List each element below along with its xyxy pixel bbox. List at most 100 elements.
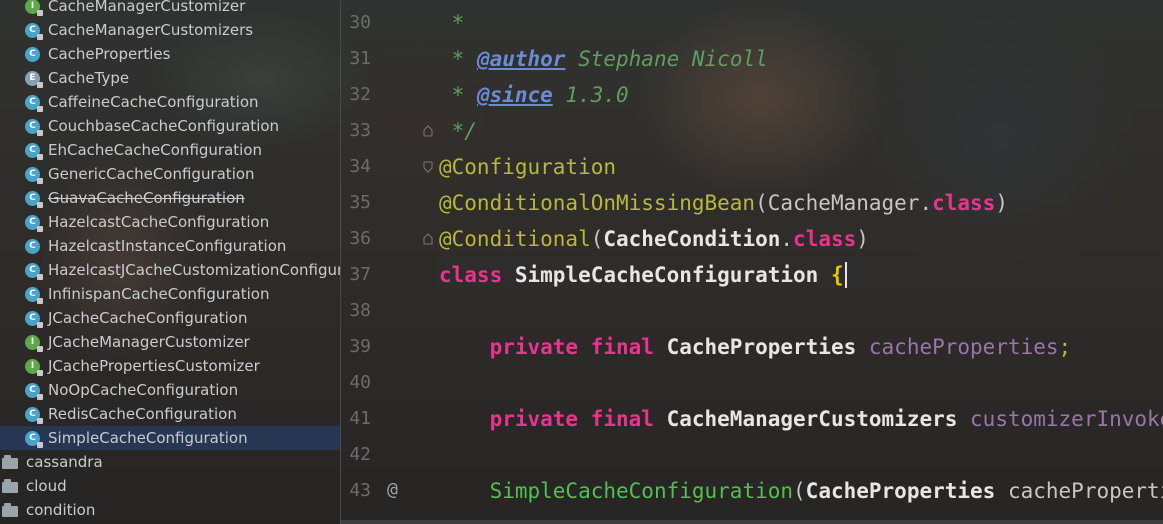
class-icon: C bbox=[25, 94, 43, 112]
code-line[interactable]: private final CacheManagerCustomizers cu… bbox=[439, 401, 1163, 437]
tree-item-j-cache-manager-customizer[interactable]: I JCacheManagerCustomizer bbox=[0, 330, 340, 354]
code-token: class bbox=[932, 191, 996, 215]
code-line[interactable]: */ bbox=[439, 113, 477, 149]
tree-item-label: GenericCacheConfiguration bbox=[48, 165, 255, 183]
lock-badge-icon bbox=[37, 369, 43, 376]
code-token: @since bbox=[476, 83, 553, 107]
tree-package-cassandra[interactable]: cassandra bbox=[0, 450, 340, 474]
code-token: . bbox=[780, 227, 794, 251]
tree-item-cache-manager-customizer[interactable]: I CacheManagerCustomizer bbox=[0, 0, 340, 18]
code-token: CacheProperties bbox=[805, 479, 1008, 503]
tree-item-label: RedisCacheConfiguration bbox=[48, 405, 237, 423]
code-line[interactable]: private final CacheProperties cachePrope… bbox=[439, 329, 1072, 365]
tree-item-label: CouchbaseCacheConfiguration bbox=[48, 117, 280, 135]
tree-item-caffeine-cache-configuration[interactable]: C CaffeineCacheConfiguration bbox=[0, 90, 340, 114]
tree-package-cloud[interactable]: cloud bbox=[0, 474, 340, 498]
horizontal-scrollbar[interactable] bbox=[340, 520, 1163, 524]
editor-gutter[interactable]: 30 31 32 33 34 35 36 37 38 39 40 41 42 43 @ bbox=[341, 0, 437, 524]
tree-item-couchbase-cache-configuration[interactable]: C CouchbaseCacheConfiguration bbox=[0, 114, 340, 138]
tree-item-simple-cache-configuration[interactable]: C SimpleCacheConfiguration bbox=[0, 426, 340, 450]
tree-item-j-cache-cache-configuration[interactable]: C JCacheCacheConfiguration bbox=[0, 306, 340, 330]
fold-end-icon[interactable] bbox=[423, 233, 433, 245]
tree-item-cache-type[interactable]: E CacheType bbox=[0, 66, 340, 90]
tree-item-label: HazelcastCacheConfiguration bbox=[48, 213, 270, 231]
tree-package-condition[interactable]: condition bbox=[0, 498, 340, 522]
tree-item-j-cache-properties-customizer[interactable]: I JCachePropertiesCustomizer bbox=[0, 354, 340, 378]
tree-item-eh-cache-cache-configuration[interactable]: C EhCacheCacheConfiguration bbox=[0, 138, 340, 162]
lock-badge-icon bbox=[37, 417, 43, 424]
code-token: * bbox=[439, 11, 465, 35]
class-icon: C bbox=[25, 190, 43, 208]
class-icon: C bbox=[25, 310, 43, 328]
code-token: 1.3.0 bbox=[552, 83, 629, 107]
code-token: private final bbox=[489, 407, 667, 431]
line-number: 35 bbox=[349, 192, 371, 213]
project-tree[interactable]: I CacheManagerCustomizer C CacheManagerCust… bbox=[0, 0, 340, 524]
lock-badge-icon bbox=[37, 153, 43, 160]
class-icon: C bbox=[25, 118, 43, 136]
tree-item-cache-manager-customizers[interactable]: C CacheManagerCustomizers bbox=[0, 18, 340, 42]
code-token: CacheManagerCustomizers bbox=[666, 407, 971, 431]
lock-badge-icon bbox=[37, 273, 43, 280]
interface-icon: I bbox=[25, 0, 43, 16]
tree-item-guava-cache-configuration[interactable]: C GuavaCacheConfiguration bbox=[0, 186, 340, 210]
tree-item-hazelcast-cache-configuration[interactable]: C HazelcastCacheConfiguration bbox=[0, 210, 340, 234]
tree-item-label: HazelcastInstanceConfiguration bbox=[48, 237, 287, 255]
code-line[interactable]: @Conditional(CacheCondition. class) bbox=[439, 221, 869, 257]
code-token: CacheProperties bbox=[666, 335, 869, 359]
code-line[interactable]: class SimpleCacheConfiguration { bbox=[439, 257, 847, 293]
lock-badge-icon bbox=[37, 225, 43, 232]
code-line[interactable]: @ConditionalOnMissingBean(CacheManager. c… bbox=[439, 185, 1008, 221]
code-token: ; bbox=[1058, 335, 1072, 359]
code-editor[interactable]: * * @author Stephane Nicoll * @since 1.3… bbox=[437, 0, 1163, 524]
line-number: 40 bbox=[349, 372, 371, 393]
code-token: ( bbox=[755, 191, 768, 215]
code-line[interactable]: * bbox=[439, 5, 465, 41]
tree-package-label: condition bbox=[26, 501, 96, 519]
override-marker-icon[interactable]: @ bbox=[387, 479, 398, 500]
tree-item-hazelcast-instance-configuration[interactable]: C HazelcastInstanceConfiguration bbox=[0, 234, 340, 258]
tree-item-cache-properties[interactable]: C CacheProperties bbox=[0, 42, 340, 66]
tree-item-label: CacheType bbox=[48, 69, 130, 87]
lock-badge-icon bbox=[37, 81, 43, 88]
tree-item-label: GuavaCacheConfiguration bbox=[48, 189, 245, 207]
class-icon: C bbox=[25, 166, 43, 184]
lock-badge-icon bbox=[37, 33, 43, 40]
fold-end-icon[interactable] bbox=[423, 125, 433, 137]
code-token: ( bbox=[590, 227, 604, 251]
tree-item-label: SimpleCacheConfiguration bbox=[48, 429, 248, 447]
code-token: @author bbox=[476, 47, 566, 71]
class-icon: C bbox=[25, 214, 43, 232]
code-line[interactable]: * @author Stephane Nicoll bbox=[439, 41, 768, 77]
fold-start-icon[interactable] bbox=[423, 161, 433, 173]
code-token: Stephane Nicoll bbox=[565, 47, 768, 71]
tree-item-label: CacheProperties bbox=[48, 45, 171, 63]
lock-badge-icon bbox=[37, 129, 43, 136]
code-token: ) bbox=[995, 191, 1008, 215]
code-line[interactable]: @Configuration bbox=[439, 149, 616, 185]
line-number: 43 bbox=[349, 480, 371, 501]
code-line[interactable]: * @since 1.3.0 bbox=[439, 77, 629, 113]
lock-badge-icon bbox=[37, 441, 43, 448]
tree-item-no-op-cache-configuration[interactable]: C NoOpCacheConfiguration bbox=[0, 378, 340, 402]
code-token: CacheManager. bbox=[767, 191, 933, 215]
line-number: 37 bbox=[349, 264, 371, 285]
code-token: * bbox=[439, 47, 477, 71]
lock-badge-icon bbox=[37, 345, 43, 352]
code-line[interactable]: SimpleCacheConfiguration(CacheProperties… bbox=[439, 473, 1163, 509]
lock-badge-icon bbox=[37, 321, 43, 328]
class-icon: C bbox=[25, 430, 43, 448]
code-token: SimpleCacheConfiguration bbox=[489, 479, 794, 503]
tree-item-hazelcast-j-cache-customization-configura[interactable]: C HazelcastJCacheCustomizationConfigura bbox=[0, 258, 340, 282]
line-number: 34 bbox=[349, 156, 371, 177]
lock-badge-icon bbox=[37, 105, 43, 112]
tree-item-infinispan-cache-configuration[interactable]: C InfinispanCacheConfiguration bbox=[0, 282, 340, 306]
tree-item-generic-cache-configuration[interactable]: C GenericCacheConfiguration bbox=[0, 162, 340, 186]
tree-package-label: cloud bbox=[26, 477, 67, 495]
code-token: cacheProperties bbox=[868, 335, 1059, 359]
tree-item-redis-cache-configuration[interactable]: C RedisCacheConfiguration bbox=[0, 402, 340, 426]
tree-item-label: CacheManagerCustomizers bbox=[48, 21, 254, 39]
code-token: { bbox=[830, 263, 844, 287]
line-number: 30 bbox=[349, 12, 371, 33]
interface-icon: I bbox=[25, 334, 43, 352]
